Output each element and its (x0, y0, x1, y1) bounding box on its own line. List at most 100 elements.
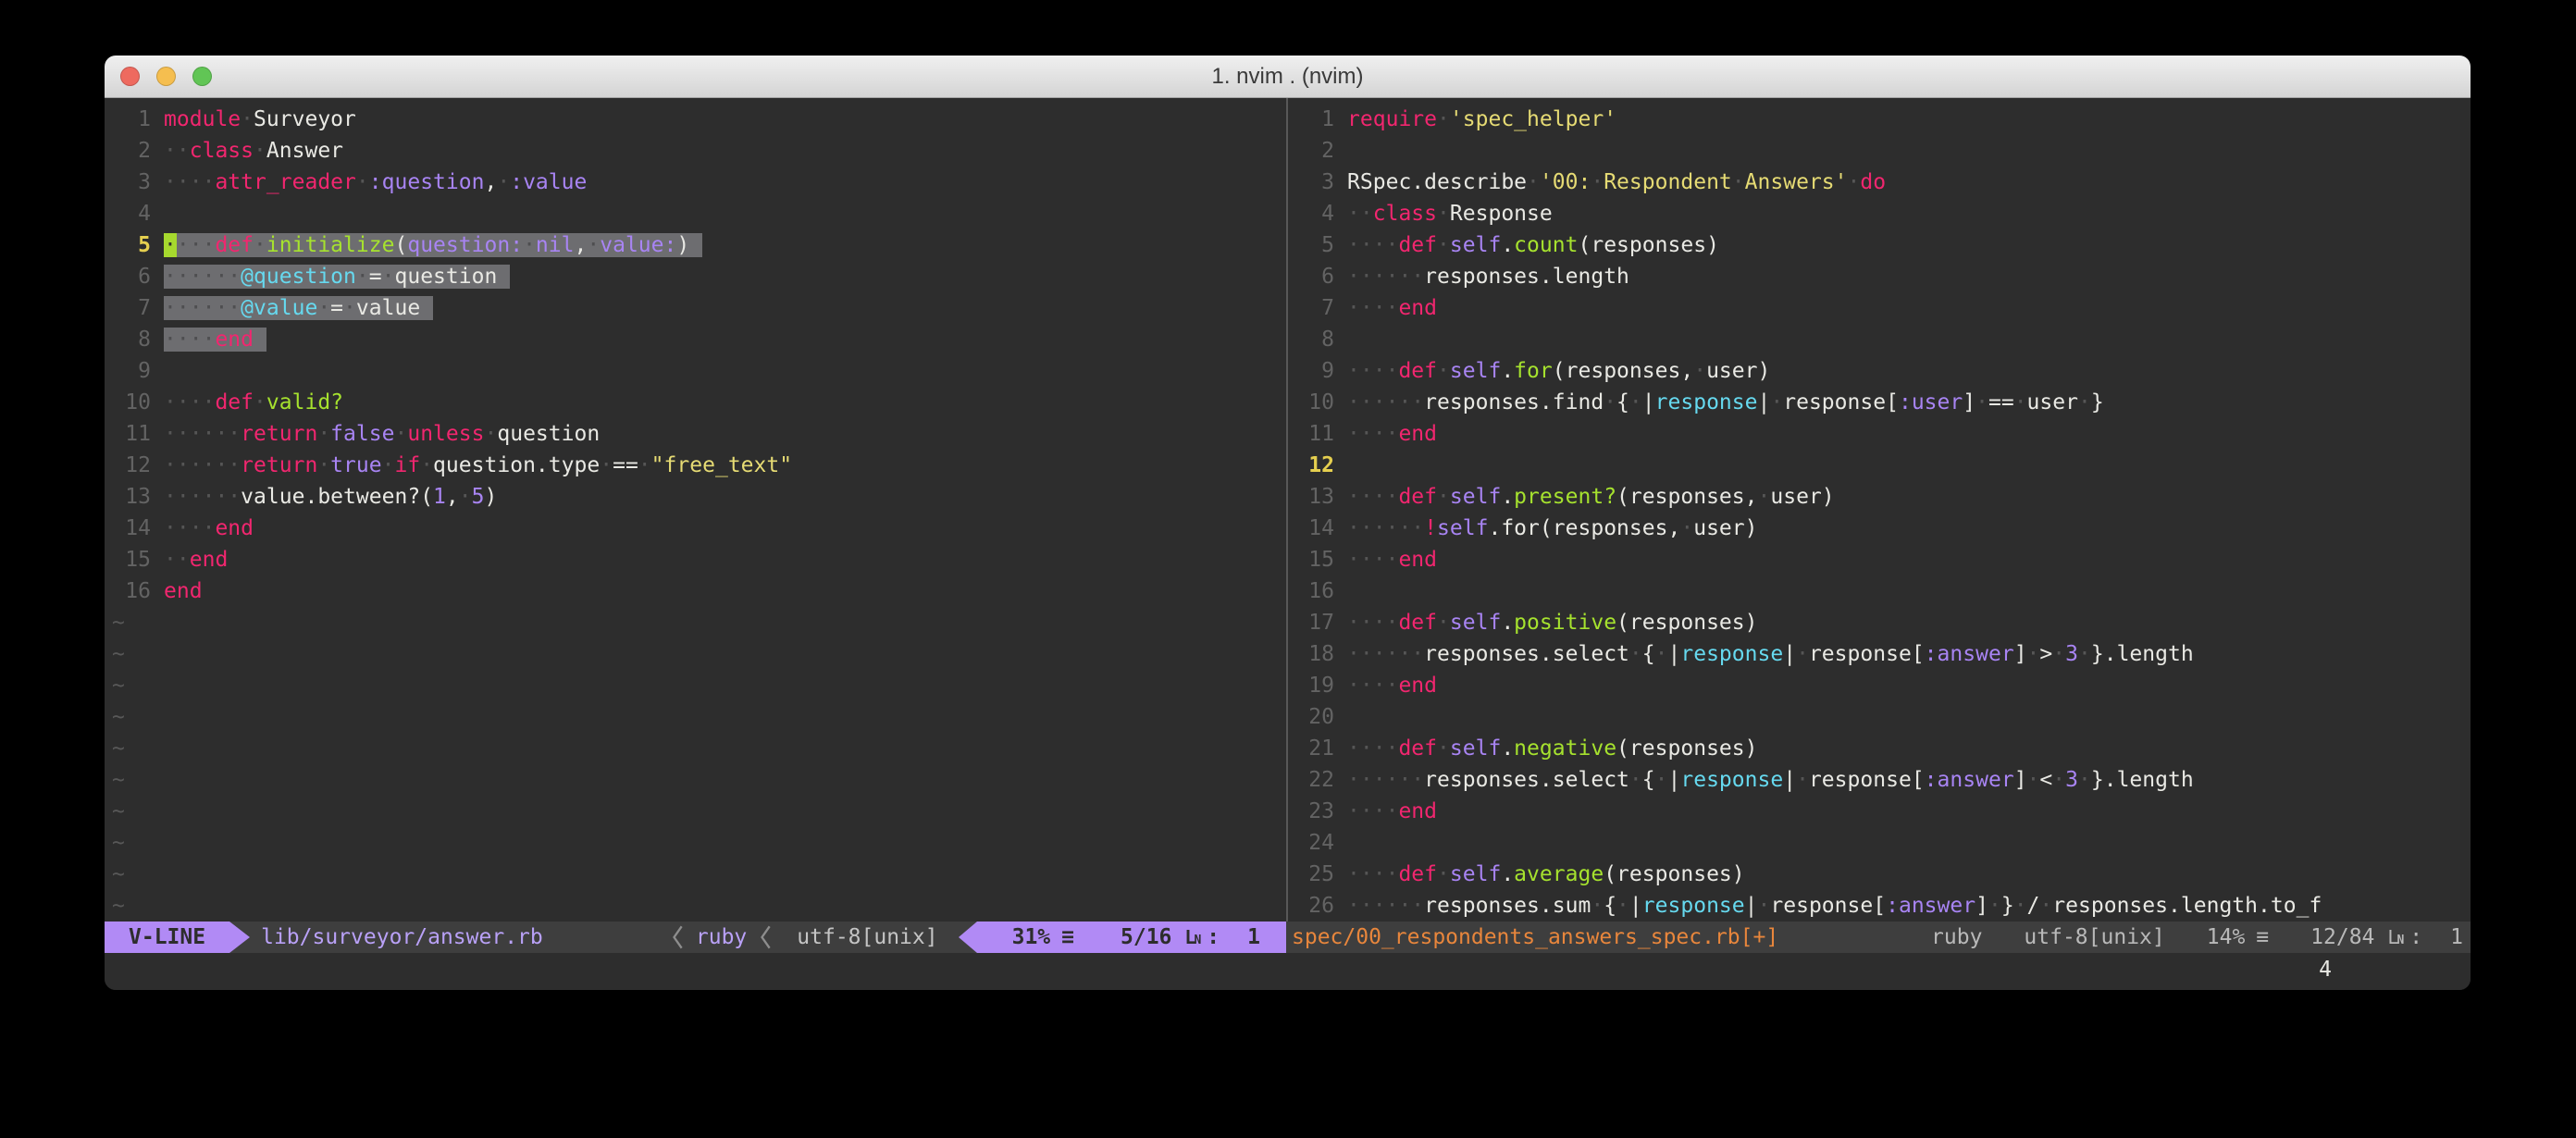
code-line[interactable]: 7····end (1288, 292, 2471, 324)
line-number: 2 (1295, 135, 1334, 167)
line-number: 9 (112, 355, 151, 387)
code-text: ··end (164, 548, 228, 572)
file-name-right: spec/00_respondents_answers_spec.rb[+] (1292, 922, 1778, 953)
code-line[interactable]: 13····def·self.present?(responses,·user) (1288, 481, 2471, 513)
code-line[interactable]: 7······@value·=·value (105, 292, 1286, 324)
titlebar[interactable]: 1. nvim . (nvim) (105, 56, 2471, 98)
code-line[interactable]: 11······return·false·unless·question (105, 418, 1286, 450)
code-line[interactable]: 3 ····attr_reader·:question,·:value (105, 167, 1286, 198)
code-line[interactable]: 21 ····def·self.negative(responses) (1288, 733, 2471, 764)
code-text-selected: ····def·initialize(question:·nil,·value:… (164, 233, 702, 257)
code-line[interactable]: 16 (1288, 575, 2471, 607)
line-number: 3 (112, 167, 151, 198)
powerline-arrow-right-icon (229, 922, 250, 953)
line-number: 1 (112, 104, 151, 135)
code-line[interactable]: 2 (1288, 135, 2471, 167)
code-line[interactable]: 12 (1288, 450, 2471, 481)
code-text: ····def·self.for(responses,·user) (1347, 359, 1770, 383)
line-number: 4 (112, 198, 151, 229)
code-line[interactable]: 9 (105, 355, 1286, 387)
tilde-marker: ~ (112, 799, 125, 823)
code-line[interactable]: 14······!self.for(responses,·user) (1288, 513, 2471, 544)
code-line[interactable]: 25····def·self.average(responses) (1288, 859, 2471, 890)
code-line[interactable]: 1require·'spec_helper' (1288, 104, 2471, 135)
code-line[interactable]: 15····end (1288, 544, 2471, 575)
code-line[interactable]: 15··end (105, 544, 1286, 575)
line-number: 19 (1295, 670, 1334, 701)
line-number-icon: LN (1184, 923, 1201, 951)
encoding-left: utf-8[unix] (797, 922, 937, 953)
close-button[interactable] (120, 67, 140, 86)
buffer-lines-icon: ≡ (2256, 922, 2269, 953)
code-line[interactable]: 3RSpec.describe·'00:·Respondent·Answers'… (1288, 167, 2471, 198)
code-line[interactable]: 4··class·Response (1288, 198, 2471, 229)
code-line[interactable]: 26······responses.sum·{·|response|·respo… (1288, 890, 2471, 922)
code-text: ······responses.sum·{·|response|·respons… (1347, 894, 2322, 918)
empty-line: ~ (105, 733, 1286, 764)
code-text: ··class·Response (1347, 202, 1553, 226)
line-number: 6 (1295, 261, 1334, 292)
line-number: 14 (112, 513, 151, 544)
line-number: 14 (1295, 513, 1334, 544)
code-text: ····attr_reader·:question,·:value (164, 170, 587, 194)
code-text: ··class·Answer (164, 139, 343, 163)
code-line[interactable]: 6······@question·=·question (105, 261, 1286, 292)
zoom-button[interactable] (192, 67, 212, 86)
pane-answer-rb[interactable]: 1module·Surveyor2··class·Answer3 ····attr… (105, 98, 1286, 922)
line-number: 21 (1295, 733, 1334, 764)
colon-separator: : (2409, 922, 2422, 953)
line-number: 20 (1295, 701, 1334, 733)
code-line[interactable]: 6······responses.length (1288, 261, 2471, 292)
tilde-marker: ~ (112, 831, 125, 855)
code-line[interactable]: 4 (105, 198, 1286, 229)
code-text: ····end (1347, 799, 1437, 823)
empty-line: ~ (105, 638, 1286, 670)
tilde-marker: ~ (112, 611, 125, 635)
empty-line: ~ (105, 890, 1286, 922)
code-text: ····end (164, 516, 254, 540)
code-line[interactable]: 22······responses.select·{·|response|·re… (1288, 764, 2471, 796)
line-number: 8 (1295, 324, 1334, 355)
empty-line: ~ (105, 796, 1286, 827)
line-number: 5 (1295, 229, 1334, 261)
code-line[interactable]: 10······responses.find·{·|response|·resp… (1288, 387, 2471, 418)
code-line[interactable]: 14 ····end (105, 513, 1286, 544)
code-line[interactable]: 11····end (1288, 418, 2471, 450)
tilde-marker: ~ (112, 736, 125, 761)
code-line[interactable]: 8 (1288, 324, 2471, 355)
line-number: 13 (112, 481, 151, 513)
code-line[interactable]: 8····end (105, 324, 1286, 355)
code-line[interactable]: 20 (1288, 701, 2471, 733)
tilde-marker: ~ (112, 705, 125, 729)
line-number-icon: LN (2387, 923, 2404, 951)
code-text: ····def·self.average(responses) (1347, 862, 1745, 886)
empty-line: ~ (105, 764, 1286, 796)
code-text: ····def·valid? (164, 390, 343, 414)
code-line[interactable]: 9····def·self.for(responses,·user) (1288, 355, 2471, 387)
code-line[interactable]: 17····def·self.positive(responses) (1288, 607, 2471, 638)
minimize-button[interactable] (156, 67, 176, 86)
line-number: 10 (1295, 387, 1334, 418)
code-text: ····def·self.negative(responses) (1347, 736, 1758, 761)
code-line[interactable]: 10····def·valid? (105, 387, 1286, 418)
command-line[interactable]: 4 (105, 953, 2471, 990)
code-line[interactable]: 18······responses.select·{·|response|·re… (1288, 638, 2471, 670)
code-line[interactable]: 19····end (1288, 670, 2471, 701)
code-line[interactable]: 2··class·Answer (105, 135, 1286, 167)
empty-line: ~ (105, 701, 1286, 733)
line-number: 12 (1295, 450, 1334, 481)
code-line[interactable]: 16end (105, 575, 1286, 607)
code-line[interactable]: 5····def·initialize(question:·nil,·value… (105, 229, 1286, 261)
tilde-marker: ~ (112, 768, 125, 792)
line-position-left: 5/16 (1121, 922, 1171, 953)
powerline-arrow-left-icon (959, 922, 977, 953)
code-text: require·'spec_helper' (1347, 107, 1616, 131)
code-line[interactable]: 23····end (1288, 796, 2471, 827)
code-line[interactable]: 1module·Surveyor (105, 104, 1286, 135)
pane-spec-rb[interactable]: 1require·'spec_helper'23RSpec.describe·'… (1288, 98, 2471, 922)
line-number: 7 (112, 292, 151, 324)
code-line[interactable]: 13······value.between?(1,·5) (105, 481, 1286, 513)
code-line[interactable]: 12······return·true·if·question.type·==·… (105, 450, 1286, 481)
code-line[interactable]: 5····def·self.count(responses) (1288, 229, 2471, 261)
code-line[interactable]: 24 (1288, 827, 2471, 859)
